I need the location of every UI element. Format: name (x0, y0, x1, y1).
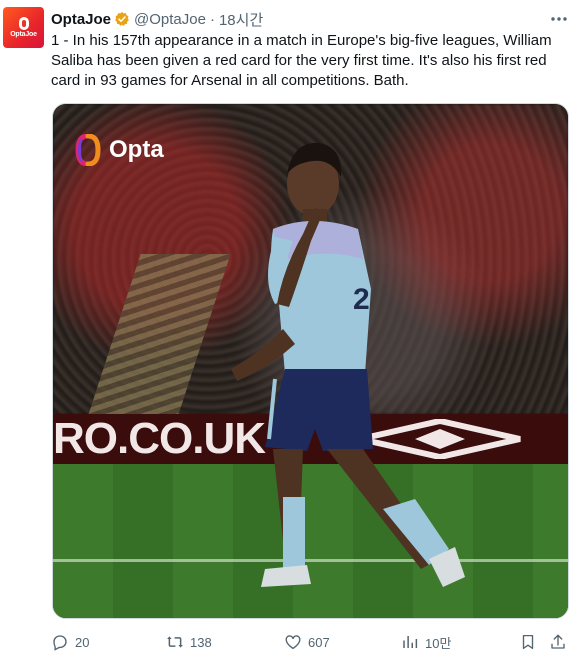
tweet-media-image[interactable]: RO.CO.UK Opta 2 (52, 103, 569, 619)
verified-badge-icon (115, 12, 129, 26)
timestamp[interactable]: 18시간 (219, 9, 263, 30)
jersey-number: 2 (353, 283, 370, 316)
reply-count: 20 (75, 634, 90, 650)
like-count: 607 (308, 634, 330, 650)
repost-button[interactable]: 138 (166, 632, 212, 652)
reply-icon (53, 635, 67, 651)
opta-logo-icon (75, 134, 101, 166)
opta-avatar-mark-icon (18, 17, 29, 30)
opta-watermark: Opta (75, 134, 164, 166)
player-figure: 2 (231, 142, 465, 587)
repost-count: 138 (190, 634, 212, 650)
views-count: 10만 (425, 635, 452, 651)
bookmark-button[interactable] (519, 632, 537, 652)
share-button[interactable] (549, 632, 567, 652)
heart-icon (285, 635, 301, 650)
display-name[interactable]: OptaJoe (51, 11, 111, 28)
views-button[interactable]: 10만 (401, 632, 451, 652)
avatar-label: OptaJoe (10, 31, 37, 38)
repost-icon (167, 636, 183, 648)
like-button[interactable]: 607 (284, 632, 330, 652)
action-bar: 20 138 607 10만 (51, 632, 571, 652)
bookmark-icon (522, 634, 534, 650)
more-dots-icon (551, 17, 567, 21)
separator-dot: · (209, 10, 215, 28)
tweet-text: 1 - In his 157th appearance in a match i… (51, 32, 552, 89)
avatar[interactable]: OptaJoe (3, 7, 44, 48)
reply-button[interactable]: 20 (51, 632, 89, 652)
share-icon (551, 634, 565, 649)
handle[interactable]: @OptaJoe (134, 11, 206, 28)
tweet-header: OptaJoe @OptaJoe · 18시간 (51, 9, 263, 29)
more-options-button[interactable] (549, 9, 569, 29)
opta-logo-text: Opta (109, 136, 164, 163)
views-chart-icon (403, 636, 418, 648)
